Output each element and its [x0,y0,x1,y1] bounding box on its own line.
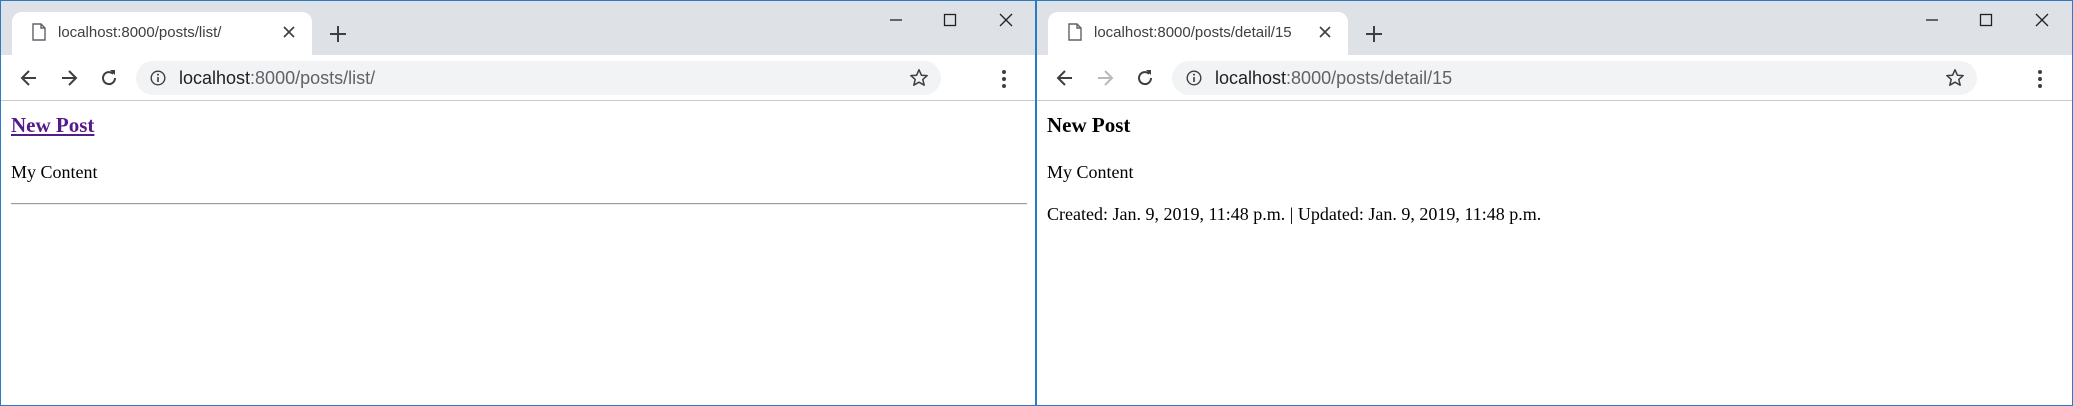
plus-icon[interactable] [1363,23,1385,45]
post-title: New Post [1047,113,1131,137]
url-path: :8000/posts/detail/15 [1286,68,1453,88]
browser-tab[interactable]: localhost:8000/posts/list/ [12,12,312,55]
minimize-button[interactable] [881,9,911,31]
url-text[interactable]: localhost:8000/posts/list/ [179,68,375,88]
post-timestamps: Created: Jan. 9, 2019, 11:48 p.m. | Upda… [1047,204,1542,224]
url-host: localhost [1215,68,1287,88]
forward-button[interactable] [55,64,83,92]
reload-icon [1138,70,1153,86]
tab-title: localhost:8000/posts/list/ [58,24,222,41]
close-icon [2035,13,2049,27]
close-icon[interactable] [1318,25,1332,39]
reload-icon [102,70,117,86]
reload-button[interactable] [95,64,123,92]
forward-arrow-icon [1098,70,1114,86]
tab-strip: localhost:8000/posts/detail/15 [1037,1,2072,55]
maximize-button[interactable] [935,9,965,31]
maximize-icon [943,13,957,27]
minimize-button[interactable] [1917,9,1947,31]
page-content: New Post My Content Created: Jan. 9, 201… [1037,101,2072,405]
minimize-icon [1926,19,1938,21]
page-content: New Post My Content [1,101,1035,405]
maximize-icon [1979,13,1993,27]
document-icon [1068,23,1082,41]
star-icon[interactable] [909,68,929,88]
back-button[interactable] [1051,64,1079,92]
post-title-link[interactable]: New Post [11,113,94,137]
post-title: New Post [11,112,94,138]
address-bar[interactable]: localhost:8000/posts/list/ [136,61,941,95]
close-icon [999,13,1013,27]
kebab-menu-icon[interactable] [994,67,1014,91]
maximize-button[interactable] [1971,9,2001,31]
url-host: localhost [179,68,251,88]
back-arrow-icon [20,70,36,86]
kebab-menu-icon[interactable] [2030,67,2050,91]
minimize-icon [890,19,902,21]
forward-button[interactable] [1091,64,1119,92]
tab-strip: localhost:8000/posts/list/ [1,1,1035,55]
browser-tab[interactable]: localhost:8000/posts/detail/15 [1048,12,1348,55]
close-window-button[interactable] [2027,9,2057,31]
reload-button[interactable] [1131,64,1159,92]
address-bar[interactable]: localhost:8000/posts/detail/15 [1172,61,1977,95]
forward-arrow-icon [62,70,78,86]
browser-window-list: localhost:8000/posts/list/ localhost:800… [0,0,1036,406]
tab-title: localhost:8000/posts/detail/15 [1094,24,1292,41]
post-content: My Content [11,162,98,182]
plus-icon[interactable] [327,23,349,45]
back-arrow-icon [1056,70,1072,86]
star-icon[interactable] [1945,68,1965,88]
document-icon [32,23,46,41]
browser-window-detail: localhost:8000/posts/detail/15 localhost… [1036,0,2073,406]
browser-toolbar: localhost:8000/posts/detail/15 [1037,55,2072,101]
close-window-button[interactable] [991,9,1021,31]
divider [11,203,1027,205]
close-icon[interactable] [282,25,296,39]
url-text[interactable]: localhost:8000/posts/detail/15 [1215,68,1452,88]
info-icon[interactable] [150,70,166,86]
url-path: :8000/posts/list/ [250,68,376,88]
info-icon[interactable] [1186,70,1202,86]
browser-toolbar: localhost:8000/posts/list/ [1,55,1035,101]
post-content: My Content [1047,162,1134,182]
back-button[interactable] [15,64,43,92]
